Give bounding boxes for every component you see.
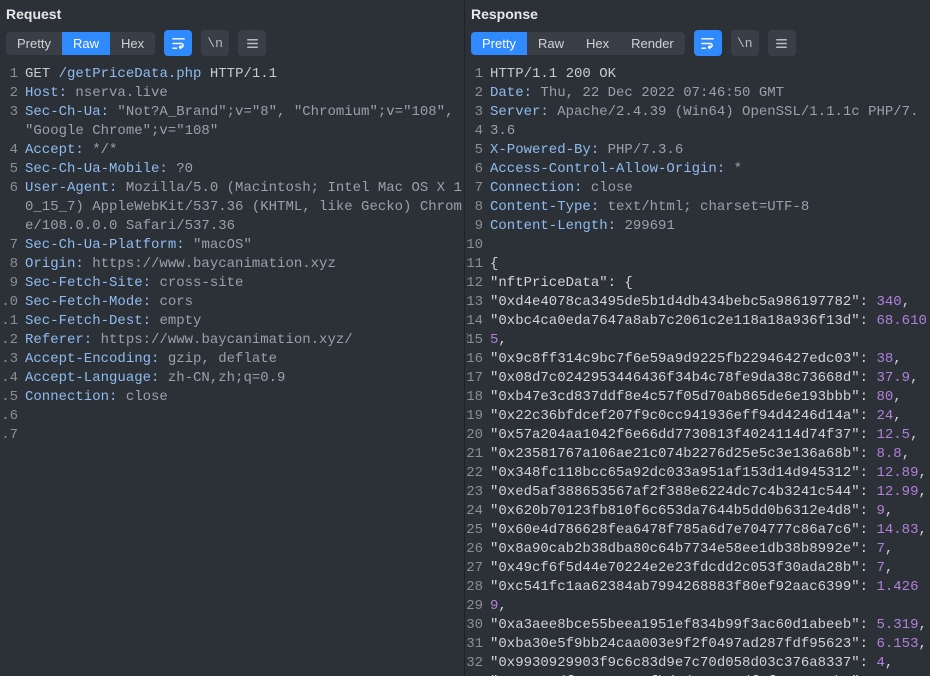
split-drag-handle[interactable]: ⋮	[465, 331, 474, 345]
wrap-icon	[171, 36, 186, 51]
show-nonprintable-button[interactable]: \n	[201, 30, 229, 56]
request-pane: Request Pretty Raw Hex \n 123456789.0.1.…	[0, 0, 465, 676]
newline-icon: \n	[207, 36, 223, 51]
response-toolbar: Pretty Raw Hex Render \n	[465, 26, 930, 62]
response-text[interactable]: HTTP/1.1 200 OKDate: Thu, 22 Dec 2022 07…	[487, 65, 930, 676]
response-code[interactable]: 1234567891011121314151617181920212223242…	[465, 62, 930, 676]
request-text[interactable]: GET /getPriceData.php HTTP/1.1Host: nser…	[22, 65, 464, 676]
more-options-button[interactable]	[238, 30, 266, 56]
newline-icon: \n	[737, 36, 753, 51]
wrap-lines-button[interactable]	[694, 30, 722, 56]
response-view-tabs: Pretty Raw Hex Render	[471, 32, 685, 55]
hamburger-icon	[245, 36, 260, 51]
request-gutter: 123456789.0.1.2.3.4.5.6.7	[0, 65, 22, 676]
wrap-lines-button[interactable]	[164, 30, 192, 56]
tab-pretty[interactable]: Pretty	[471, 32, 527, 55]
response-gutter: 1234567891011121314151617181920212223242…	[465, 65, 487, 676]
tab-raw[interactable]: Raw	[527, 32, 575, 55]
tab-pretty[interactable]: Pretty	[6, 32, 62, 55]
tab-hex[interactable]: Hex	[110, 32, 155, 55]
request-code[interactable]: 123456789.0.1.2.3.4.5.6.7 GET /getPriceD…	[0, 62, 464, 676]
more-options-button[interactable]	[768, 30, 796, 56]
request-title: Request	[0, 0, 464, 26]
response-title: Response	[465, 0, 930, 26]
tab-render[interactable]: Render	[620, 32, 685, 55]
show-nonprintable-button[interactable]: \n	[731, 30, 759, 56]
tab-hex[interactable]: Hex	[575, 32, 620, 55]
tab-raw[interactable]: Raw	[62, 32, 110, 55]
request-view-tabs: Pretty Raw Hex	[6, 32, 155, 55]
response-pane: ⋮ Response Pretty Raw Hex Render \n 1234…	[465, 0, 930, 676]
request-toolbar: Pretty Raw Hex \n	[0, 26, 464, 62]
hamburger-icon	[774, 36, 789, 51]
wrap-icon	[700, 36, 715, 51]
